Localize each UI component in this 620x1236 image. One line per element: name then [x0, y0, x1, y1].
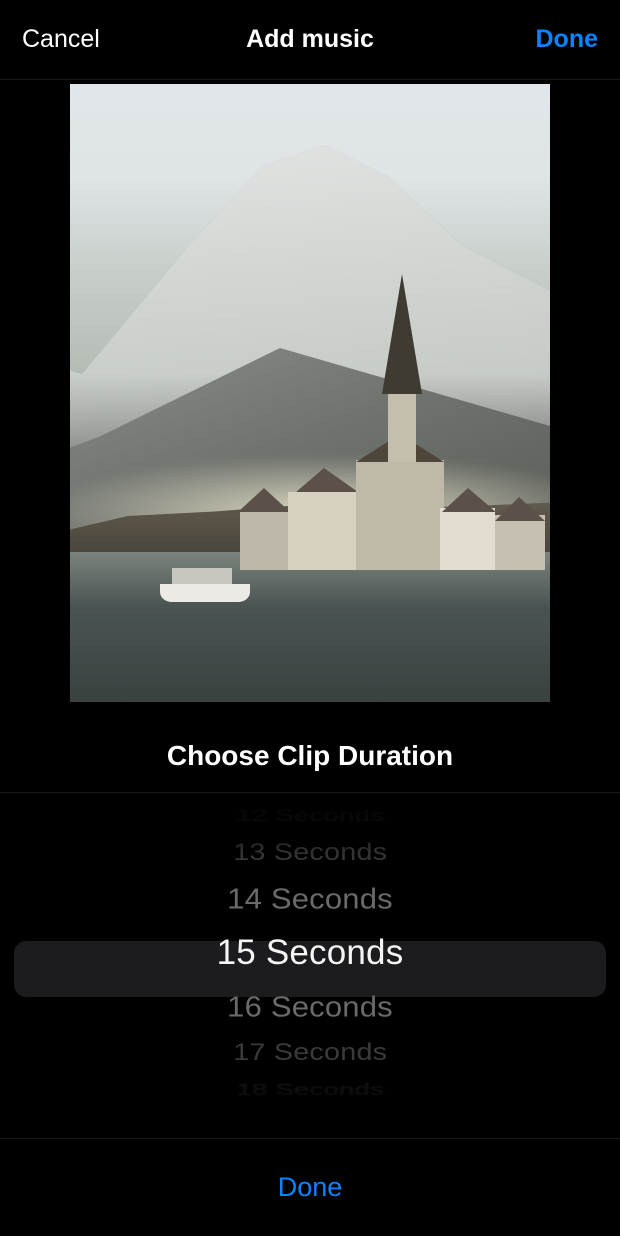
preview-container [0, 80, 620, 702]
picker-column[interactable]: 12 Seconds 13 Seconds 14 Seconds 15 Seco… [0, 793, 620, 1105]
duration-picker[interactable]: 12 Seconds 13 Seconds 14 Seconds 15 Seco… [0, 792, 620, 1130]
done-nav-button[interactable]: Done [536, 25, 599, 54]
picker-option[interactable]: 16 Seconds [227, 984, 393, 1029]
section-title: Choose Clip Duration [0, 740, 620, 772]
picker-option-selected[interactable]: 15 Seconds [217, 925, 404, 981]
nav-title: Add music [142, 25, 478, 54]
nav-bar: Cancel Add music Done [0, 0, 620, 80]
picker-option[interactable]: 12 Seconds [236, 808, 384, 825]
picker-option[interactable]: 13 Seconds [233, 837, 387, 869]
picker-option[interactable]: 18 Seconds [236, 1082, 384, 1099]
done-bottom-button[interactable]: Done [278, 1172, 343, 1203]
cancel-button[interactable]: Cancel [22, 25, 100, 54]
bottom-toolbar: Done [0, 1138, 620, 1236]
picker-option[interactable]: 17 Seconds [233, 1037, 387, 1069]
picker-option[interactable]: 14 Seconds [227, 876, 393, 921]
story-preview-image[interactable] [70, 84, 550, 702]
